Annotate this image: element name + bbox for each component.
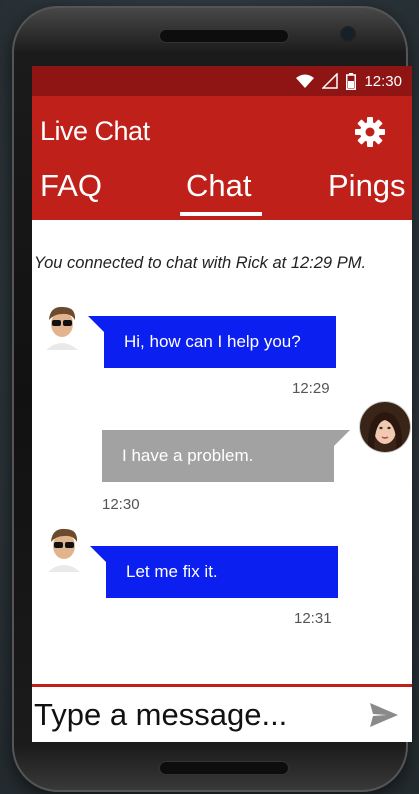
agent-avatar bbox=[44, 524, 84, 572]
message-bubble: Hi, how can I help you? bbox=[104, 316, 336, 368]
settings-button[interactable] bbox=[350, 114, 390, 154]
message-input[interactable] bbox=[34, 693, 354, 737]
message-time: 12:29 bbox=[292, 380, 330, 397]
message-time: 12:31 bbox=[294, 610, 332, 627]
send-button[interactable] bbox=[364, 699, 404, 735]
message-time: 12:30 bbox=[102, 496, 140, 513]
bubble-tail bbox=[334, 430, 350, 446]
app-bar: Live Chat FAQ Chat Pings bbox=[32, 96, 412, 220]
tab-pings[interactable]: Pings bbox=[328, 166, 406, 220]
status-time: 12:30 bbox=[364, 72, 402, 90]
message-composer bbox=[32, 684, 412, 742]
user-avatar bbox=[360, 402, 410, 452]
send-icon bbox=[369, 702, 399, 733]
front-camera bbox=[342, 28, 354, 40]
status-bar: 12:30 bbox=[32, 66, 412, 96]
message-bubble: I have a problem. bbox=[102, 430, 334, 482]
phone-screen: 12:30 Live Chat FAQ Chat Pings You conne… bbox=[32, 66, 412, 742]
bubble-tail bbox=[88, 316, 104, 332]
status-icons: 12:30 bbox=[296, 71, 402, 91]
message-text: Hi, how can I help you? bbox=[124, 332, 301, 351]
app-title: Live Chat bbox=[40, 116, 150, 146]
gear-icon bbox=[354, 116, 386, 153]
signal-icon bbox=[322, 73, 339, 89]
message-text: I have a problem. bbox=[122, 446, 254, 465]
selected-tab-indicator bbox=[180, 212, 262, 216]
agent-avatar bbox=[42, 302, 82, 350]
message-bubble: Let me fix it. bbox=[106, 546, 338, 598]
bottom-speaker bbox=[160, 762, 288, 774]
system-message: You connected to chat with Rick at 12:29… bbox=[34, 254, 367, 272]
message-text: Let me fix it. bbox=[126, 562, 218, 581]
earpiece-speaker bbox=[160, 30, 288, 42]
chat-area[interactable]: You connected to chat with Rick at 12:29… bbox=[32, 220, 412, 684]
battery-icon bbox=[346, 72, 357, 90]
tab-faq[interactable]: FAQ bbox=[40, 166, 102, 220]
wifi-icon bbox=[296, 74, 315, 88]
bubble-tail bbox=[90, 546, 106, 562]
